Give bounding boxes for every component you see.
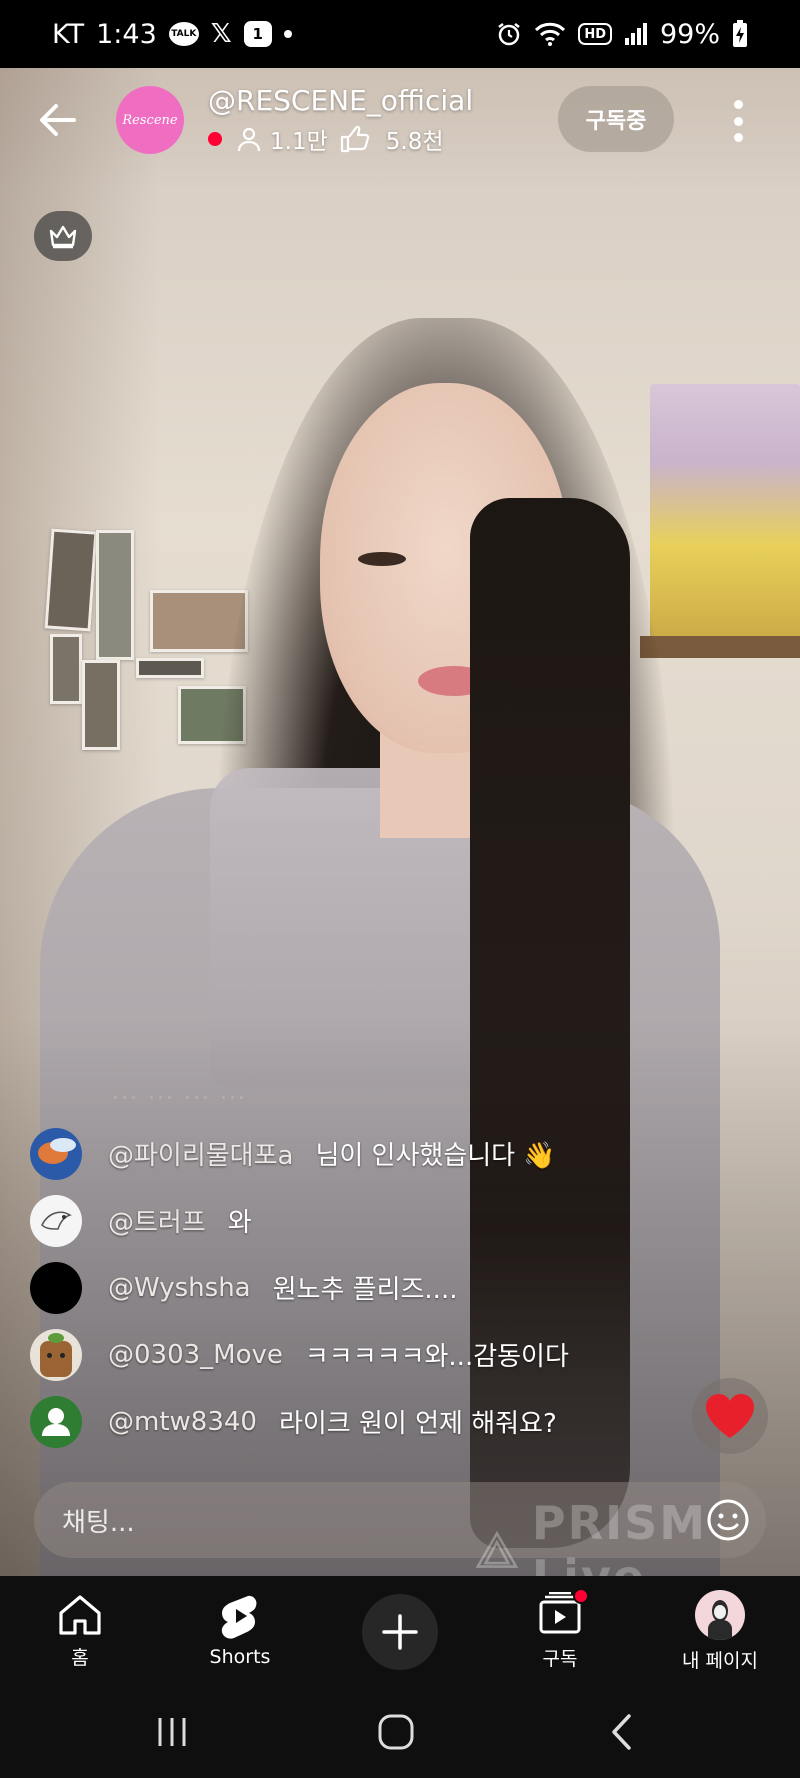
home-system-button[interactable] (372, 1710, 420, 1754)
nav-shorts[interactable]: Shorts (190, 1576, 290, 1686)
user-avatar[interactable] (30, 1395, 82, 1448)
live-chat-list[interactable]: @파이리물대포a 님이 인사했습니다 👋 @트러프 와 @Wyshsha 원노추… (30, 1120, 670, 1455)
chat-username[interactable]: @mtw8340 (108, 1407, 257, 1437)
battery-percent: 99% (659, 18, 720, 50)
chat-message: @파이리물대포a 님이 인사했습니다 👋 (30, 1120, 670, 1187)
notification-one-icon: 1 (243, 21, 272, 47)
chat-username[interactable]: @트러프 (108, 1202, 206, 1239)
person-icon (237, 127, 261, 152)
like-heart-button[interactable] (692, 1378, 768, 1454)
channel-name[interactable]: @RESCENE_official (208, 84, 473, 117)
wifi-icon (535, 22, 566, 46)
wall-photo (96, 530, 134, 660)
nav-my-page[interactable]: 내 페이지 (670, 1576, 770, 1686)
chat-text: 라이크 원이 언제 해줘요? (278, 1409, 557, 1439)
nav-subscriptions-label: 구독 (542, 1647, 578, 1670)
user-avatar[interactable] (30, 1261, 82, 1314)
new-content-dot (573, 1587, 589, 1604)
chat-text: 님이 인사했습니다 👋 (315, 1141, 556, 1171)
channel-logo-text: Rescene (122, 112, 178, 128)
chat-text: ㅋㅋㅋㅋㅋ와...감동이다 (304, 1342, 569, 1372)
nav-home-label: 홈 (71, 1646, 89, 1669)
status-left: KT 1:43 TALK 𝕏 1 (52, 19, 292, 50)
nav-subscriptions[interactable]: 구독 (520, 1576, 600, 1686)
heart-icon (706, 1394, 754, 1438)
system-navigation-bar (0, 1686, 800, 1778)
wall-photo (82, 660, 120, 750)
chat-message: @0303_Move ㅋㅋㅋㅋㅋ와...감동이다 (30, 1321, 670, 1388)
viewer-count: 1.1만 (270, 129, 328, 155)
shorts-icon (221, 1595, 257, 1639)
plus-icon (382, 1614, 418, 1650)
emoji-button[interactable] (706, 1498, 750, 1542)
nav-home[interactable]: 홈 (40, 1576, 120, 1686)
back-system-button[interactable] (598, 1710, 646, 1754)
more-dot (733, 100, 743, 109)
chat-faded-message: ... ... ... ... (112, 1080, 247, 1105)
live-header: Rescene @RESCENE_official 1.1만 5.8천 구독중 (0, 68, 800, 178)
chevron-left-icon (612, 1714, 631, 1750)
my-avatar (695, 1589, 745, 1640)
more-dot (733, 133, 743, 142)
chat-username[interactable]: @파이리물대포a (108, 1135, 293, 1172)
more-dot (733, 116, 743, 126)
chat-username[interactable]: @Wyshsha (108, 1273, 251, 1303)
left-eye (358, 552, 406, 566)
hd-voice-icon: HD (578, 23, 612, 45)
home-icon (59, 1594, 101, 1635)
prism-logo-icon (476, 1530, 518, 1568)
membership-button[interactable] (34, 211, 92, 261)
channel-stats: 1.1만 5.8천 (208, 122, 444, 156)
alarm-icon (498, 23, 521, 46)
bottom-navigation: 홈 Shorts 구독 내 페이지 (0, 1576, 800, 1686)
kakaotalk-icon: TALK (168, 22, 199, 46)
home-square-icon (378, 1714, 414, 1750)
clock: 1:43 (96, 18, 157, 50)
chat-username[interactable]: @0303_Move (108, 1340, 283, 1370)
create-button[interactable] (362, 1594, 438, 1670)
subscribed-button[interactable]: 구독중 (558, 86, 674, 152)
channel-avatar[interactable]: Rescene (116, 86, 184, 154)
subscriptions-icon-wrap (537, 1587, 589, 1638)
chat-input-placeholder: 채팅... (62, 1507, 135, 1538)
user-avatar[interactable] (30, 1328, 82, 1381)
status-bar: KT 1:43 TALK 𝕏 1 HD 99% (0, 0, 800, 68)
nav-my-page-label: 내 페이지 (682, 1649, 758, 1672)
recent-apps-icon (158, 1718, 186, 1746)
x-icon: 𝕏 (210, 19, 232, 49)
nav-shorts-label: Shorts (209, 1646, 271, 1668)
chat-message: @트러프 와 (30, 1187, 670, 1254)
battery-charging-icon (733, 20, 747, 47)
chat-text: 와 (227, 1208, 252, 1238)
more-notifications-dot (283, 30, 292, 38)
arrow-left-icon (40, 104, 76, 136)
chat-message: @Wyshsha 원노추 플리즈.... (30, 1254, 670, 1321)
live-indicator-dot (208, 132, 222, 146)
user-avatar[interactable] (30, 1194, 82, 1247)
crown-icon (49, 225, 77, 249)
carrier-label: KT (52, 18, 85, 50)
recent-apps-button[interactable] (148, 1710, 196, 1754)
back-button[interactable] (34, 96, 82, 144)
thumbs-up-icon[interactable] (340, 125, 370, 153)
signal-icon (624, 23, 647, 45)
smiley-icon (707, 1499, 749, 1541)
user-avatar[interactable] (30, 1127, 82, 1180)
wall-photo (136, 658, 204, 678)
more-options-button[interactable] (720, 96, 756, 146)
shelf-board (640, 636, 800, 658)
chat-text: 원노추 플리즈.... (272, 1275, 458, 1305)
wall-photo (50, 634, 82, 704)
toy-shelf (650, 384, 800, 644)
wall-photo (44, 528, 98, 632)
like-count: 5.8천 (385, 129, 444, 155)
chat-message: @mtw8340 라이크 원이 언제 해줘요? (30, 1388, 670, 1455)
status-right: HD 99% (496, 19, 748, 50)
